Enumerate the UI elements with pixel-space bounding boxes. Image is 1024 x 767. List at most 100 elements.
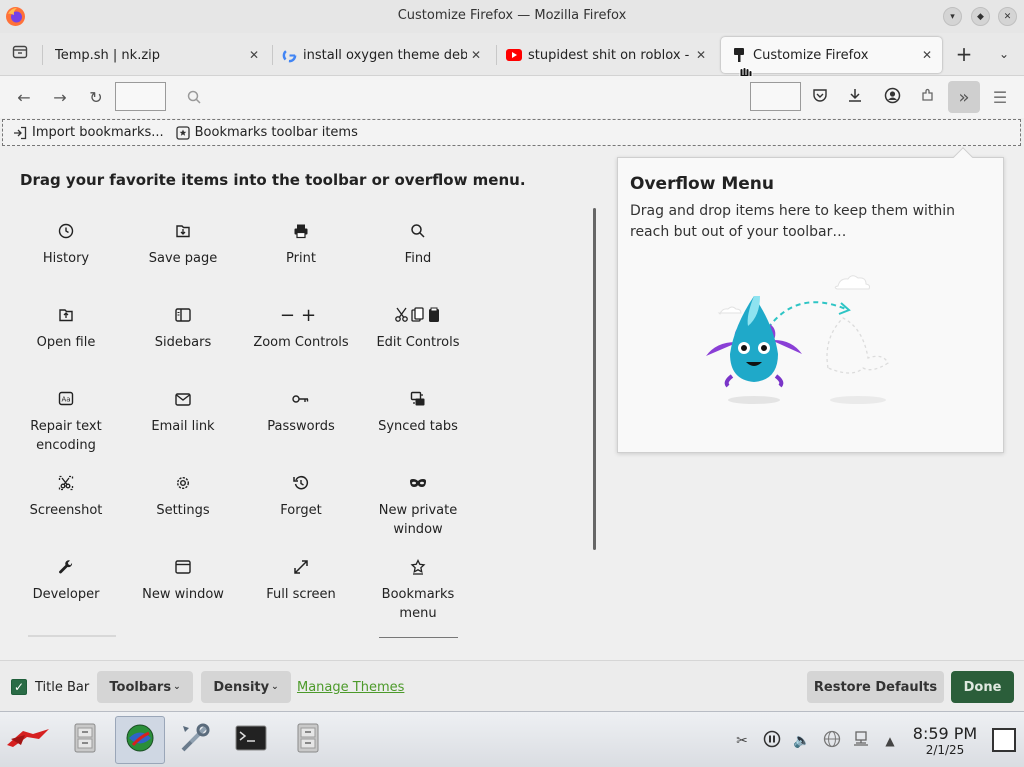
globe-icon (823, 730, 841, 752)
palette-scrollbar[interactable] (593, 208, 596, 550)
palette-item-repair-text-encoding[interactable]: Aa Repair text encoding (11, 389, 121, 455)
gear-icon (128, 473, 238, 493)
firefox-view-button[interactable] (8, 42, 32, 66)
edit-controls-icon (363, 305, 473, 325)
tab-install-oxygen[interactable]: install oxygen theme debia ✕ (275, 37, 489, 73)
app-menu-button[interactable]: ☰ (988, 85, 1012, 109)
taskbar-terminal[interactable] (226, 716, 276, 764)
clock-date: 2/1/25 (925, 743, 965, 757)
close-window-button[interactable]: ✕ (998, 7, 1017, 26)
palette-item-save-page[interactable]: Save page (128, 221, 238, 268)
palette-item-find[interactable]: Find (363, 221, 473, 268)
urlbar-search-icon[interactable] (182, 85, 206, 109)
palette-item-new-window[interactable]: New window (128, 557, 238, 604)
palette-item-synced-tabs[interactable]: Synced tabs (363, 389, 473, 436)
show-desktop-button[interactable] (992, 728, 1016, 752)
synced-tabs-icon (363, 389, 473, 409)
forward-button[interactable]: → (48, 85, 72, 109)
title-bar-label: Title Bar (35, 680, 90, 695)
account-button[interactable] (880, 85, 904, 109)
palette-item-forget[interactable]: Forget (246, 473, 356, 520)
bookmark-star-icon (175, 125, 190, 140)
key-icon (246, 389, 356, 409)
close-tab-icon[interactable]: ✕ (918, 48, 936, 62)
minimize-button[interactable]: ▾ (943, 7, 962, 26)
clipboard-tray[interactable]: ✂ (731, 730, 753, 752)
paintbrush-icon (731, 47, 747, 63)
start-menu-button[interactable] (3, 716, 53, 764)
palette-item-edit-controls[interactable]: Edit Controls (363, 305, 473, 352)
palette-item-screenshot[interactable]: Screenshot (11, 473, 121, 520)
taskbar-browser[interactable] (115, 716, 165, 764)
volume-tray[interactable]: 🔈 (791, 730, 813, 752)
network-tray[interactable] (821, 730, 843, 752)
tab-temp-sh[interactable]: Temp.sh | nk.zip ✕ (47, 37, 267, 73)
fullscreen-icon (246, 557, 356, 577)
downloads-button[interactable] (843, 85, 867, 109)
diamond-icon: ◆ (977, 11, 984, 22)
palette-item-developer[interactable]: Developer (11, 557, 121, 604)
restore-defaults-button[interactable]: Restore Defaults (807, 671, 944, 703)
new-tab-button[interactable]: + (952, 42, 976, 66)
density-label: Density (213, 679, 270, 695)
overflow-panel-title: Overflow Menu (630, 174, 775, 194)
title-bar-checkbox[interactable]: ✓ (11, 679, 27, 695)
arrow-right-icon: → (53, 87, 67, 107)
taskbar-file-manager[interactable] (60, 716, 110, 764)
taskbar-file-manager-2[interactable] (283, 716, 333, 764)
extensions-button[interactable] (916, 85, 940, 109)
palette-item-label: Find (404, 251, 432, 266)
firefox-view-icon (12, 44, 28, 64)
palette-item-open-file[interactable]: Open file (11, 305, 121, 352)
palette-item-full-screen[interactable]: Full screen (246, 557, 356, 604)
show-hidden-icons-button[interactable]: ▲ (879, 730, 901, 752)
palette-item-email-link[interactable]: Email link (128, 389, 238, 436)
pause-icon (763, 730, 781, 752)
customize-footer: ✓ Title Bar Toolbars ⌄ Density ⌄ Manage … (0, 660, 1024, 711)
list-all-tabs-button[interactable]: ⌄ (992, 42, 1016, 66)
palette-item-print[interactable]: Print (246, 221, 356, 268)
taskbar-clock[interactable]: 8:59 PM 2/1/25 (910, 726, 980, 758)
palette-item-settings[interactable]: Settings (128, 473, 238, 520)
palette-item-new-private-window[interactable]: New private window (363, 473, 473, 539)
arrow-left-icon: ← (17, 87, 31, 107)
taskbar-settings[interactable] (170, 716, 220, 764)
reload-button[interactable]: ↻ (84, 85, 108, 109)
panel-arrow (953, 147, 973, 167)
flexible-space-right[interactable] (750, 82, 801, 111)
palette-item-label: Open file (36, 335, 96, 350)
forget-icon (246, 473, 356, 493)
palette-item-sidebars[interactable]: Sidebars (128, 305, 238, 352)
density-dropdown[interactable]: Density ⌄ (201, 671, 291, 703)
pocket-icon (812, 87, 828, 107)
media-tray[interactable] (761, 730, 783, 752)
overflow-menu-button[interactable]: » (948, 81, 980, 113)
palette-item-bookmarks-menu[interactable]: Bookmarks menu (363, 557, 473, 623)
manage-themes-link[interactable]: Manage Themes (297, 680, 404, 695)
back-button[interactable]: ← (12, 85, 36, 109)
toolbars-dropdown[interactable]: Toolbars ⌄ (97, 671, 193, 703)
close-tab-icon[interactable]: ✕ (692, 48, 710, 62)
maximize-button[interactable]: ◆ (971, 7, 990, 26)
bookmarks-toolbar-items[interactable]: Bookmarks toolbar items (175, 125, 358, 140)
save-page-icon (128, 221, 238, 241)
svg-text:Aa: Aa (61, 396, 70, 404)
chevron-down-icon: ⌄ (173, 682, 181, 692)
close-tab-icon[interactable]: ✕ (467, 48, 485, 62)
tab-label: Customize Firefox (753, 47, 869, 63)
search-icon (363, 221, 473, 241)
palette-item-history[interactable]: History (11, 221, 121, 268)
done-button[interactable]: Done (951, 671, 1014, 703)
flexible-space[interactable] (115, 82, 166, 111)
pocket-button[interactable] (808, 85, 832, 109)
tab-roblox-video[interactable]: stupidest shit on roblox - Y ✕ (500, 37, 714, 73)
file-cabinet-icon (74, 723, 96, 757)
triangle-up-icon: ▲ (885, 734, 895, 748)
close-tab-icon[interactable]: ✕ (245, 48, 263, 62)
wired-network-tray[interactable] (850, 730, 872, 752)
globe-icon (125, 723, 155, 757)
palette-item-zoom-controls[interactable]: −+ Zoom Controls (246, 305, 356, 352)
app-launcher-icon (5, 725, 51, 755)
palette-item-passwords[interactable]: Passwords (246, 389, 356, 436)
import-bookmarks-button[interactable]: Import bookmarks... (13, 125, 164, 140)
